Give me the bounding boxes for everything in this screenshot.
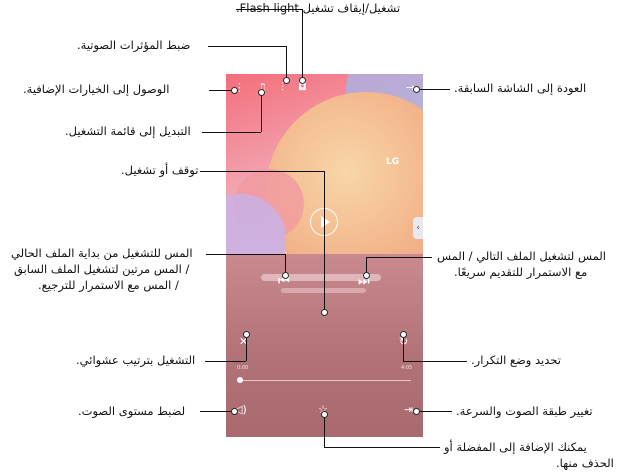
label-playlist: التبديل إلى قائمة التشغيل. (65, 124, 191, 138)
lg-logo: LG (386, 157, 400, 167)
label-repeat: تحديد وضع التكرار. (471, 353, 561, 367)
total-time: 4:05 (401, 365, 413, 371)
label-shuffle: التشغيل بترتيب عشوائي. (76, 353, 196, 367)
label-previous-1: المس للتشغيل من بداية الملف الحالي (11, 246, 193, 260)
pitch-speed-icon[interactable]: ⇥ (404, 404, 413, 415)
label-favorite-1: يمكنك الإضافة إلى المفضلة أو (444, 440, 587, 454)
seek-bar[interactable] (239, 380, 411, 381)
label-more-options: الوصول إلى الخيارات الإضافية. (23, 82, 170, 96)
label-flashlight: تشغيل/إيقاف تشغيل Flash light. (236, 1, 401, 15)
label-previous-3: / المس مع الاستمرار للترجيع. (38, 278, 179, 292)
label-next-1: المس لتشغيل الملف التالي / المس (437, 249, 606, 263)
seek-handle[interactable] (237, 377, 243, 383)
label-favorite-2: الحذف منها. (556, 456, 614, 470)
label-pitch-speed: تغيير طبقة الصوت والسرعة. (456, 404, 593, 418)
label-pause-play: توقف أو تشغيل. (121, 163, 199, 177)
label-volume: لضبط مستوى الصوت. (78, 404, 186, 418)
elapsed-time: 0:00 (237, 365, 249, 371)
label-back: العودة إلى الشاشة السابقة. (454, 81, 587, 95)
label-next-2: مع الاستمرار للتقديم سريعًا. (454, 265, 588, 279)
label-sound-effects: ضبط المؤثرات الصوتية. (77, 38, 191, 52)
side-panel-handle-icon[interactable]: ‹ (413, 217, 423, 239)
label-previous-2: / المس مرتين لتشغيل الملف السابق (14, 262, 190, 276)
